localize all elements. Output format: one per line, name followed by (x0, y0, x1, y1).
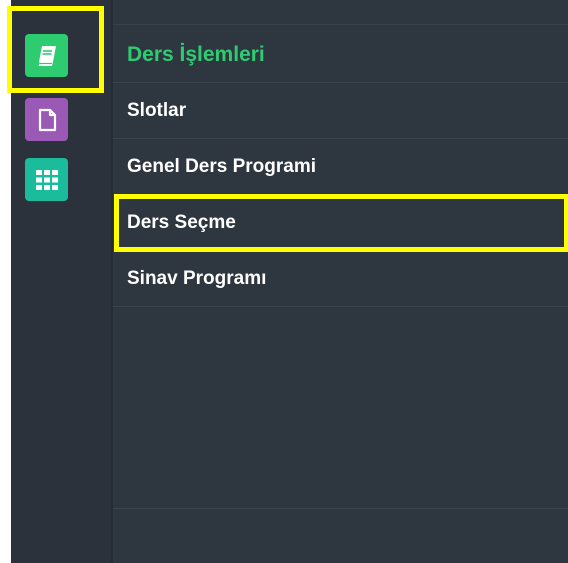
menu-item-label: Sinav Programı (127, 267, 267, 289)
document-icon (36, 108, 58, 132)
rail-button-courses[interactable] (25, 34, 68, 77)
menu-item-ders-secme[interactable]: Ders Seçme (113, 195, 568, 251)
menu-item-label: Ders Seçme (127, 211, 236, 233)
menu-item-label: Slotlar (127, 99, 187, 121)
menu-item-slotlar[interactable]: Slotlar (113, 83, 568, 139)
submenu-header: Ders İşlemleri (113, 27, 568, 83)
book-icon (34, 43, 60, 69)
menu-item-sinav-programi[interactable]: Sinav Programı (113, 251, 568, 307)
submenu-title: Ders İşlemleri (127, 42, 265, 66)
bottom-divider (113, 508, 568, 509)
menu-item-label: Genel Ders Programi (127, 155, 317, 177)
icon-rail (11, 0, 111, 563)
menu-item-genel-ders-programi[interactable]: Genel Ders Programi (113, 139, 568, 195)
rail-button-documents[interactable] (25, 98, 68, 141)
rail-button-schedule[interactable] (25, 158, 68, 201)
app-window: Ders İşlemleri Slotlar Genel Ders Progra… (11, 0, 568, 563)
grid-icon (35, 169, 59, 191)
submenu-panel: Ders İşlemleri Slotlar Genel Ders Progra… (113, 0, 568, 563)
submenu-top-strip (113, 0, 568, 25)
